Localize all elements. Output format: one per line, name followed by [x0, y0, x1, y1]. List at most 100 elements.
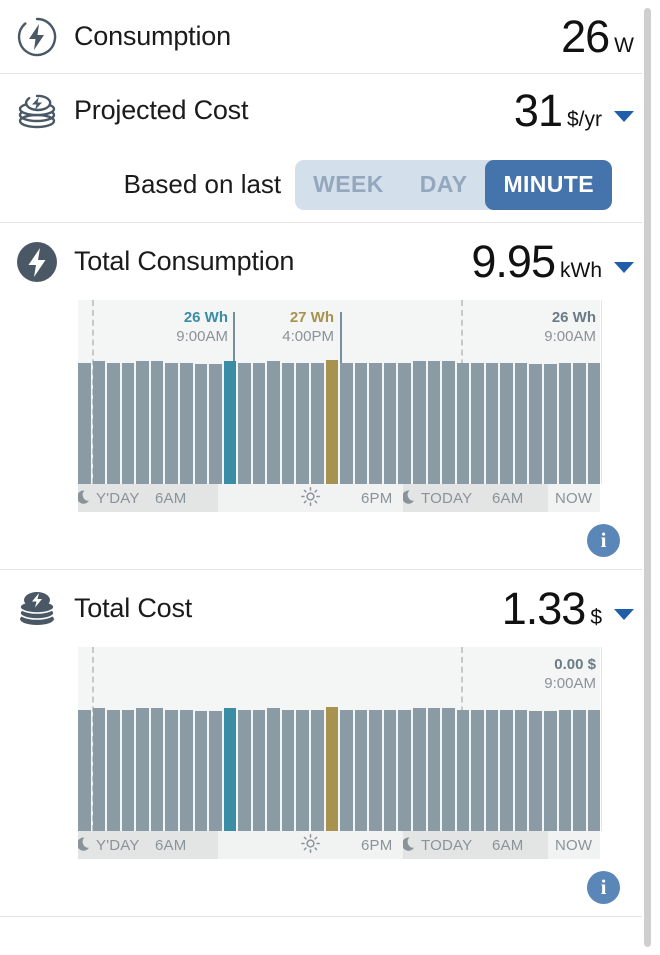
consumption-value: 26 [561, 11, 610, 62]
chart-bar[interactable] [325, 360, 339, 484]
chart-bar[interactable] [383, 709, 397, 831]
chart-bar[interactable] [369, 362, 382, 484]
chart-bar[interactable] [412, 361, 426, 484]
total-consumption-value-group[interactable]: 9.95 kWh [471, 239, 634, 284]
chevron-down-icon[interactable] [614, 262, 634, 273]
chart-bar[interactable] [150, 708, 164, 831]
chart-bar[interactable] [427, 361, 441, 484]
chart-bar[interactable] [107, 362, 120, 484]
chart-bar[interactable] [514, 362, 528, 484]
chart-bar[interactable] [296, 709, 309, 831]
chart-bar[interactable] [514, 709, 528, 831]
basis-option-week[interactable]: WEEK [295, 160, 402, 210]
chart-bar[interactable] [121, 709, 135, 831]
axis-label-6am-2: 6AM [492, 836, 524, 854]
basis-option-minute[interactable]: MINUTE [485, 159, 612, 210]
chart-bar[interactable] [92, 708, 106, 831]
chart-bar[interactable] [354, 709, 368, 831]
chart-bar[interactable] [252, 709, 266, 831]
chart-bar[interactable] [442, 361, 455, 484]
chart-bar[interactable] [267, 361, 280, 484]
chart-bar[interactable] [311, 362, 324, 484]
chart-bar[interactable] [500, 709, 513, 831]
chart-bar[interactable] [179, 709, 193, 831]
total-consumption-chart[interactable]: 26 Wh 9:00AM 27 Wh 4:00PM 26 Wh 9:00AM Y… [76, 300, 602, 512]
chart-bar[interactable] [165, 709, 178, 831]
chart-bar[interactable] [252, 362, 266, 484]
chart-bar[interactable] [209, 363, 222, 484]
projected-cost-row: Projected Cost 31 $/yr [0, 74, 652, 147]
chart-bar[interactable] [92, 361, 106, 484]
chart-bar[interactable] [107, 709, 120, 831]
chart-bar[interactable] [471, 709, 484, 831]
chart-bar[interactable] [485, 362, 499, 484]
chart-bar[interactable] [558, 362, 572, 484]
chart-bar[interactable] [354, 362, 368, 484]
scrollbar-thumb[interactable] [644, 8, 651, 947]
chart-bar[interactable] [165, 362, 178, 484]
chart-bar[interactable] [281, 709, 295, 831]
annotation-time: 9:00AM [544, 327, 596, 345]
chart-bar[interactable] [238, 709, 251, 831]
chart-plot-area: 26 Wh 9:00AM 27 Wh 4:00PM 26 Wh 9:00AM [78, 300, 602, 484]
info-icon[interactable]: i [587, 524, 620, 557]
chart-bar[interactable] [573, 362, 586, 484]
chart-bar[interactable] [121, 362, 135, 484]
chart-bar[interactable] [296, 362, 309, 484]
chart-bar[interactable] [311, 709, 324, 831]
chart-bar[interactable] [544, 363, 557, 484]
chart-bar[interactable] [194, 363, 208, 484]
chart-bar[interactable] [412, 708, 426, 831]
chart-bar[interactable] [179, 362, 193, 484]
chart-bar[interactable] [209, 710, 222, 831]
chart-bar[interactable] [456, 709, 470, 831]
chart-bar[interactable] [136, 361, 149, 484]
chart-bar[interactable] [442, 708, 455, 831]
chart-bar[interactable] [238, 362, 251, 484]
chart-bar[interactable] [544, 710, 557, 831]
chart-bar[interactable] [456, 362, 470, 484]
chart-bar[interactable] [529, 710, 542, 831]
axis-label-now: NOW [555, 489, 593, 507]
total-cost-chart[interactable]: 0.00 $ 9:00AM Y'DAY 6AM 6PM TODAY 6AM NO… [76, 647, 602, 859]
chart-bar[interactable] [573, 709, 586, 831]
chart-bar[interactable] [325, 707, 339, 831]
chart-bar[interactable] [587, 362, 601, 484]
sun-icon [301, 486, 320, 510]
chart-bar[interactable] [587, 709, 601, 831]
chart-bar[interactable] [223, 708, 237, 831]
chart-bar[interactable] [267, 708, 280, 831]
projected-cost-value-group[interactable]: 31 $/yr [514, 88, 634, 133]
chart-bar[interactable] [398, 709, 411, 831]
chart-bar[interactable] [427, 708, 441, 831]
chevron-down-icon[interactable] [614, 111, 634, 122]
basis-option-day[interactable]: DAY [402, 160, 486, 210]
chart-bar[interactable] [383, 362, 397, 484]
chart-bar[interactable] [558, 709, 572, 831]
chart-bar[interactable] [78, 362, 91, 484]
chart-bar[interactable] [78, 709, 91, 831]
chart-bar[interactable] [471, 362, 484, 484]
chevron-down-icon[interactable] [614, 609, 634, 620]
annotation-time: 9:00AM [176, 327, 228, 345]
chart-annotation-3: 26 Wh 9:00AM [498, 309, 596, 347]
chart-bar[interactable] [281, 362, 295, 484]
chart-bar[interactable] [150, 361, 164, 484]
chart-bar[interactable] [369, 709, 382, 831]
chart-bar[interactable] [340, 709, 353, 831]
chart-bar[interactable] [500, 362, 513, 484]
total-cost-value-group[interactable]: 1.33 $ [502, 586, 634, 631]
chart-bar[interactable] [398, 362, 411, 484]
chart-bar[interactable] [485, 709, 499, 831]
chart-bar[interactable] [136, 708, 149, 831]
chart-bar[interactable] [194, 710, 208, 831]
basis-segmented-control[interactable]: WEEK DAY MINUTE [295, 159, 612, 210]
chart-bar[interactable] [529, 363, 542, 484]
chart-bar[interactable] [340, 362, 353, 484]
total-consumption-unit: kWh [560, 259, 602, 282]
chart-bar[interactable] [223, 361, 237, 484]
annotation-value: 0.00 $ [554, 656, 596, 673]
info-icon[interactable]: i [587, 871, 620, 904]
vertical-scrollbar[interactable] [642, 0, 652, 955]
bolt-circle-filled-icon [14, 239, 60, 285]
